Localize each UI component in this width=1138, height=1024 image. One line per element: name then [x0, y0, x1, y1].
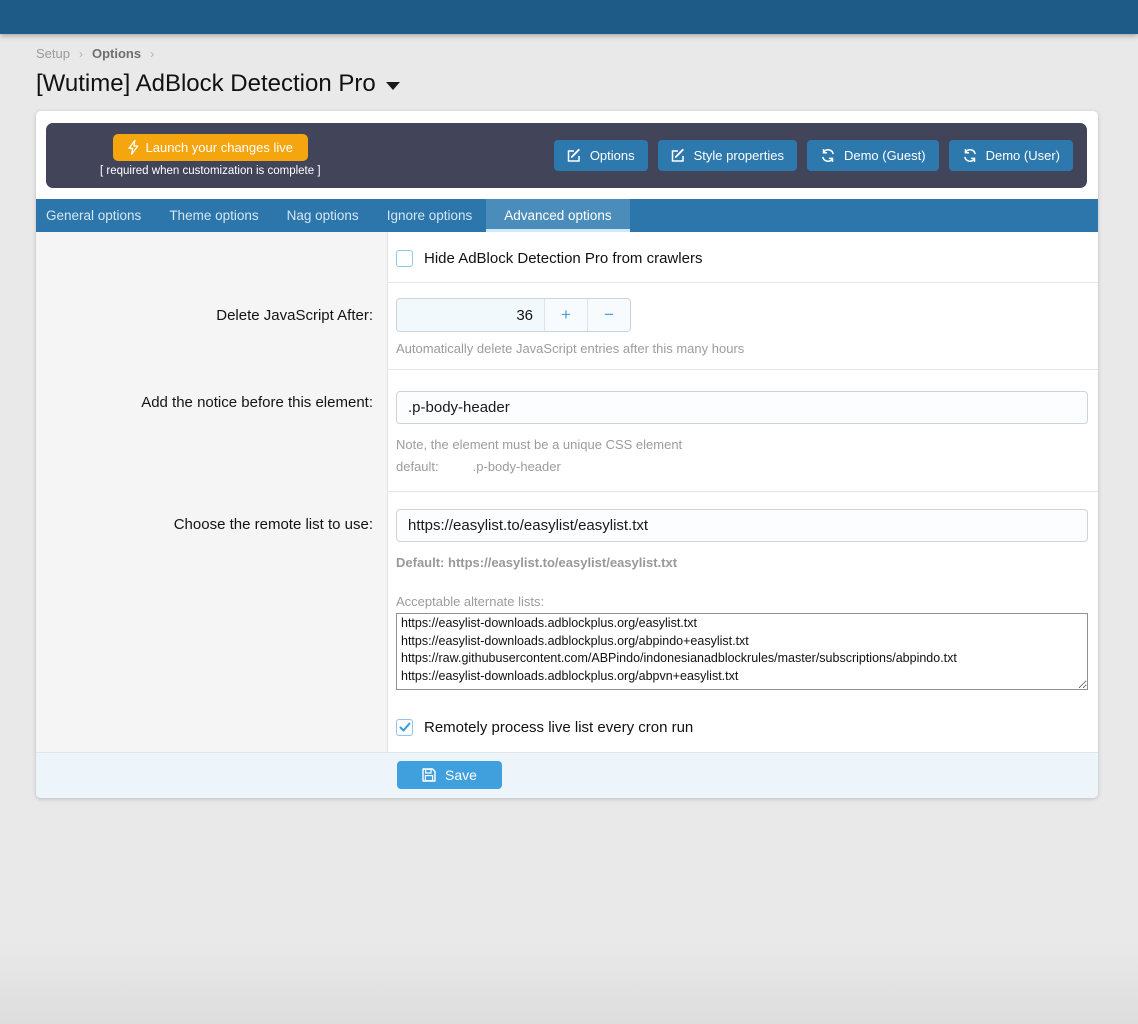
options-panel: Launch your changes live [ required when…	[36, 111, 1098, 798]
alternate-lists-textarea[interactable]: https://easylist-downloads.adblockplus.o…	[396, 613, 1088, 690]
launch-group: Launch your changes live [ required when…	[100, 134, 321, 177]
lightning-icon	[128, 140, 139, 155]
row-hide-from-crawlers: Hide AdBlock Detection Pro from crawlers	[36, 232, 1098, 283]
edit-icon	[671, 148, 686, 163]
tab-ignore-options[interactable]: Ignore options	[373, 199, 487, 232]
launch-changes-button[interactable]: Launch your changes live	[113, 134, 308, 161]
demo-guest-button[interactable]: Demo (Guest)	[807, 140, 939, 171]
demo-user-button[interactable]: Demo (User)	[949, 140, 1073, 171]
save-button[interactable]: Save	[397, 761, 502, 789]
remote-list-default-hint: Default: https://easylist.to/easylist/ea…	[396, 555, 1088, 570]
title-dropdown-icon[interactable]	[386, 82, 400, 90]
edit-icon	[567, 148, 582, 163]
options-button[interactable]: Options	[554, 140, 648, 171]
row-delete-javascript: Delete JavaScript After: + − Automatical…	[36, 283, 1098, 370]
sync-icon	[962, 148, 978, 163]
cron-process-label: Remotely process live list every cron ru…	[424, 719, 693, 736]
notice-default-value: .p-body-header	[473, 459, 561, 474]
delete-javascript-input[interactable]	[397, 299, 544, 331]
tab-advanced-options[interactable]: Advanced options	[486, 199, 629, 232]
options-tab-bar: General options Theme options Nag option…	[36, 199, 1098, 232]
remote-list-input[interactable]	[396, 509, 1088, 542]
delete-javascript-hint: Automatically delete JavaScript entries …	[396, 341, 1088, 356]
options-button-label: Options	[590, 148, 635, 163]
notice-element-input[interactable]	[396, 391, 1088, 424]
breadcrumb-separator-icon: ›	[79, 47, 83, 61]
sync-icon	[820, 148, 836, 163]
admin-header-bar	[0, 0, 1138, 34]
demo-guest-button-label: Demo (Guest)	[844, 148, 926, 163]
delete-javascript-label: Delete JavaScript After:	[36, 283, 388, 370]
addon-toolbar-wrap: Launch your changes live [ required when…	[36, 111, 1098, 199]
notice-default-label: default:	[396, 459, 439, 474]
breadcrumb-item-options[interactable]: Options	[92, 46, 141, 61]
toolbar-buttons: Options Style properties Demo (Guest)	[554, 140, 1073, 171]
notice-element-label: Add the notice before this element:	[36, 370, 388, 492]
tab-general-options[interactable]: General options	[36, 199, 155, 232]
page-title-text: [Wutime] AdBlock Detection Pro	[36, 70, 376, 98]
row-remote-list: Choose the remote list to use: Default: …	[36, 492, 1098, 752]
style-properties-button[interactable]: Style properties	[658, 140, 797, 171]
hide-from-crawlers-checkbox[interactable]	[396, 250, 413, 267]
cron-process-checkbox[interactable]	[396, 719, 413, 736]
breadcrumb: Setup › Options ›	[36, 46, 1102, 61]
hide-from-crawlers-label: Hide AdBlock Detection Pro from crawlers	[424, 250, 702, 267]
tab-theme-options[interactable]: Theme options	[155, 199, 272, 232]
launch-required-note: [ required when customization is complet…	[100, 165, 321, 177]
tab-nag-options[interactable]: Nag options	[273, 199, 373, 232]
notice-element-hint: Note, the element must be a unique CSS e…	[396, 437, 1088, 452]
page-title: [Wutime] AdBlock Detection Pro	[36, 70, 1102, 98]
launch-changes-label: Launch your changes live	[146, 140, 293, 155]
breadcrumb-separator-icon: ›	[150, 47, 154, 61]
style-properties-button-label: Style properties	[694, 148, 784, 163]
row-notice-element: Add the notice before this element: Note…	[36, 370, 1098, 492]
save-icon	[422, 768, 436, 782]
remote-list-label: Choose the remote list to use:	[36, 492, 388, 752]
breadcrumb-item-setup[interactable]: Setup	[36, 46, 70, 61]
stepper-minus-button[interactable]: −	[587, 299, 630, 331]
stepper-plus-button[interactable]: +	[544, 299, 587, 331]
save-button-label: Save	[445, 767, 477, 783]
alternate-lists-label: Acceptable alternate lists:	[396, 594, 1088, 609]
demo-user-button-label: Demo (User)	[986, 148, 1060, 163]
addon-toolbar: Launch your changes live [ required when…	[46, 123, 1087, 188]
delete-javascript-stepper: + −	[396, 298, 631, 332]
panel-footer: Save	[36, 752, 1098, 798]
